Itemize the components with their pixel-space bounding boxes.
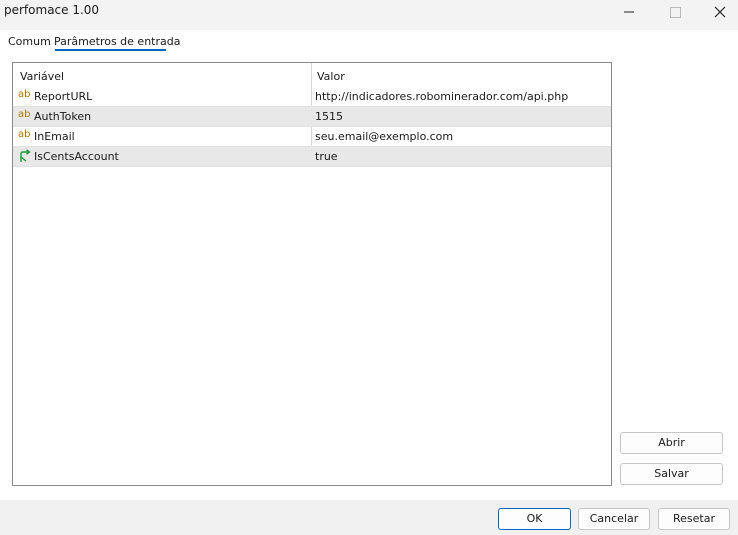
table-row[interactable]: IsCentsAccount true [13,147,611,167]
save-button[interactable]: Salvar [620,463,723,485]
text-type-icon: ab [18,89,31,100]
tab-input-parameters[interactable]: Parâmetros de entrada [54,35,180,48]
bool-type-icon [18,149,32,163]
minimize-button[interactable] [606,0,652,24]
table-row[interactable]: ab InEmail seu.email@exemplo.com [13,127,611,147]
parameter-value[interactable]: true [315,150,338,163]
minimize-icon [624,11,634,13]
column-header-value[interactable]: Valor [317,70,345,83]
maximize-icon [669,6,681,18]
parameter-name: ReportURL [34,90,93,103]
cancel-button[interactable]: Cancelar [578,508,650,530]
tab-comum[interactable]: Comum [8,35,51,48]
parameter-value[interactable]: seu.email@exemplo.com [315,130,453,143]
parameters-grid[interactable]: Variável Valor ab ReportURL http://indic… [12,62,612,486]
ok-button[interactable]: OK [498,508,571,530]
close-icon [714,6,726,18]
table-row[interactable]: ab ReportURL http://indicadores.robomine… [13,87,611,107]
parameter-name: InEmail [34,130,75,143]
parameter-value[interactable]: http://indicadores.robominerador.com/api… [315,90,568,103]
maximize-button[interactable] [652,0,698,24]
title-bar: perfomace 1.00 [0,0,738,30]
window-title: perfomace 1.00 [4,3,100,17]
parameter-name: IsCentsAccount [34,150,119,163]
active-tab-indicator [55,49,166,51]
close-button[interactable] [697,0,738,24]
parameter-name: AuthToken [34,110,92,123]
parameter-value[interactable]: 1515 [315,110,343,123]
text-type-icon: ab [18,129,31,140]
table-row[interactable]: ab AuthToken 1515 [13,107,611,127]
text-type-icon: ab [18,109,31,120]
open-button[interactable]: Abrir [620,432,723,454]
grid-header: Variável Valor [13,63,611,87]
reset-button[interactable]: Resetar [658,508,730,530]
column-header-variable[interactable]: Variável [20,70,64,83]
